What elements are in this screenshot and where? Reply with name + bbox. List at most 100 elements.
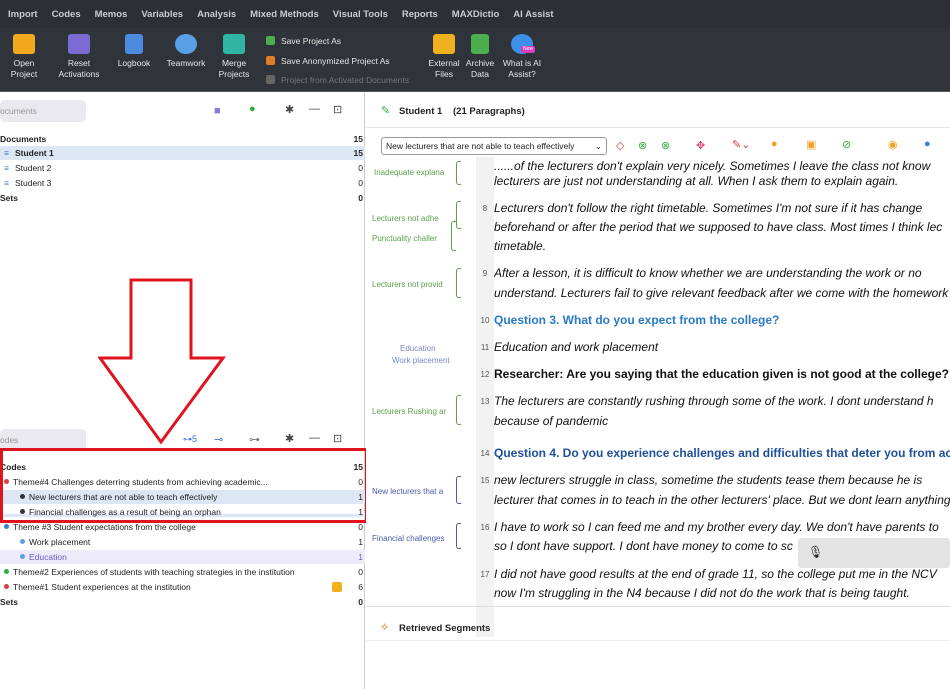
logbook-button[interactable]: Logbook (114, 34, 154, 69)
paragraph-text[interactable]: Lecturers don't follow the right timetab… (494, 199, 950, 219)
chevron-down-icon: ⌄ (594, 141, 602, 151)
link-icon[interactable]: ⊘ (842, 138, 851, 151)
menu-import[interactable]: Import (8, 9, 38, 20)
archive-data-button[interactable]: Archive Data (464, 34, 496, 80)
memo-icon[interactable] (332, 582, 342, 592)
document-browser-header: ✎ Student 1 (21 Paragraphs) (366, 93, 950, 128)
paragraph-text[interactable]: lecturers are just not understanding at … (494, 172, 950, 192)
code-select[interactable]: New lecturers that are not able to teach… (381, 137, 607, 155)
what-is-ai-assist-button[interactable]: New What is AI Assist? (500, 34, 544, 80)
link-icon[interactable]: ⊶ (249, 433, 260, 446)
code-stripe-label[interactable]: Lecturers not provid (372, 280, 443, 289)
external-files-button[interactable]: External Files (426, 34, 462, 80)
gear-icon[interactable]: ✱ (285, 103, 294, 116)
paragraph-text[interactable]: lecturer that comes in to teach in the o… (494, 491, 950, 511)
code-stripe-label[interactable]: Punctuality challer (372, 234, 437, 243)
code-item[interactable]: Theme#1 Student experiences at the insti… (0, 580, 365, 594)
menu-memos[interactable]: Memos (95, 9, 128, 20)
gear-icon[interactable]: ✱ (285, 432, 294, 445)
teamwork-label: Teamwork (166, 58, 206, 68)
dictation-toolbar[interactable]: 🎙 (798, 538, 950, 568)
document-icon[interactable]: ■ (214, 105, 221, 117)
minimize-icon[interactable]: — (309, 432, 320, 444)
code-item[interactable]: Theme#2 Experiences of students with tea… (0, 565, 365, 579)
open-project-button[interactable]: Open Project (6, 34, 42, 80)
code-stripe[interactable] (456, 268, 461, 298)
paragraph-text[interactable]: now I'm struggling in the N4 because I d… (494, 584, 950, 604)
code-sets-row[interactable]: Sets 0 (0, 595, 365, 609)
code-stripe[interactable] (451, 221, 456, 251)
code-stripe[interactable] (456, 161, 461, 185)
documents-header-row[interactable]: Documents 15 (0, 132, 365, 146)
document-item[interactable]: ≡ Student 2 0 (0, 161, 365, 175)
code-icon[interactable]: ◇ (616, 139, 624, 152)
minimize-icon[interactable]: — (309, 103, 320, 115)
merge-projects-button[interactable]: Merge Projects (216, 34, 252, 80)
code-icon[interactable]: ⊗ (638, 139, 647, 152)
code-item[interactable]: Education 1 (0, 550, 365, 564)
paragraph-text[interactable]: I have to work so I can feed me and my b… (494, 518, 950, 538)
paragraph-text[interactable]: Researcher: Are you saying that the educ… (494, 365, 950, 385)
document-item[interactable]: ≡ Student 3 0 (0, 176, 365, 190)
menu-mixed-methods[interactable]: Mixed Methods (250, 9, 319, 20)
menu-ai-assist[interactable]: AI Assist (513, 9, 553, 20)
edit-icon[interactable]: ✎ (381, 104, 390, 117)
teamwork-button[interactable]: Teamwork (162, 34, 210, 69)
paragraph-text[interactable]: I did not have good results at the end o… (494, 565, 950, 585)
maximize-icon[interactable]: ⊡ (333, 432, 342, 445)
document-sets-row[interactable]: Sets 0 (0, 191, 365, 205)
reset-activations-button[interactable]: Reset Activations (54, 34, 104, 80)
documents-search-input[interactable]: ocuments (0, 100, 86, 122)
code-stripe[interactable] (456, 201, 461, 229)
logbook-icon (125, 34, 143, 54)
emoji-icon[interactable]: ● (771, 138, 778, 150)
code-icon[interactable]: ⊗ (661, 139, 670, 152)
merge-projects-label: Merge Projects (218, 58, 250, 79)
code-item[interactable]: Work placement 1 (0, 535, 365, 549)
paragraph-text[interactable]: understand. Lecturers fail to give relev… (494, 284, 950, 304)
menu-variables[interactable]: Variables (141, 9, 183, 20)
add-icon[interactable]: ● (924, 138, 931, 150)
save-project-as-button[interactable]: Save Project As (266, 36, 341, 46)
reset-icon (68, 34, 90, 54)
paragraph-text[interactable]: The lecturers are constantly rushing thr… (494, 392, 950, 412)
retrieved-segments-header[interactable]: ⟡ Retrieved Segments (366, 606, 950, 641)
paragraph-text[interactable]: because of pandemic (494, 412, 950, 432)
memo-icon[interactable]: ▣ (806, 138, 816, 151)
menu-reports[interactable]: Reports (402, 9, 438, 20)
code-stripe-label[interactable]: Inadequate explana (374, 168, 444, 177)
paragraph-text[interactable]: After a lesson, it is difficult to know … (494, 264, 950, 284)
menu-analysis[interactable]: Analysis (197, 9, 236, 20)
code-stripe-label[interactable]: Financial challenges (372, 534, 445, 543)
paragraph-text[interactable]: Education and work placement (494, 338, 950, 358)
paragraph-text[interactable]: new lecturers struggle in class, sometim… (494, 471, 950, 491)
code-stripe[interactable] (456, 395, 461, 425)
comment-icon[interactable]: ◉ (888, 138, 898, 151)
paragraph-text[interactable]: timetable. (494, 237, 950, 257)
pen-icon[interactable]: ✎⌄ (732, 138, 750, 151)
code-color-icon (20, 539, 25, 544)
code-stripe-label[interactable]: Work placement (392, 356, 450, 365)
menu-codes[interactable]: Codes (52, 9, 81, 20)
highlight-icon[interactable]: ✥ (696, 139, 705, 152)
code-stripe-label[interactable]: Lecturers not adhe (372, 214, 439, 223)
maximize-icon[interactable]: ⊡ (333, 103, 342, 116)
code-stripe-label[interactable]: Education (400, 344, 436, 353)
menu-maxdictio[interactable]: MAXDictio (452, 9, 500, 20)
code-stripe-label[interactable]: New lecturers that a (372, 487, 443, 496)
microphone-icon[interactable]: 🎙 (808, 545, 823, 559)
project-from-activated-button[interactable]: Project from Activated Documents (266, 75, 409, 85)
paragraph-text[interactable]: Question 4. Do you experience challenges… (494, 444, 950, 464)
document-item[interactable]: ≡ Student 1 15 (0, 146, 365, 160)
paragraph-number: 11 (480, 343, 490, 352)
external-files-label: External Files (428, 58, 460, 79)
paragraph-text[interactable]: Question 3. What do you expect from the … (494, 311, 950, 331)
code-stripe[interactable] (456, 476, 461, 504)
paragraph-text[interactable]: beforehand or after the period that we s… (494, 218, 950, 238)
add-icon[interactable]: ● (249, 103, 256, 115)
save-anonymized-button[interactable]: Save Anonymized Project As (266, 56, 390, 66)
code-stripe-label[interactable]: Lecturers Rushing ar (372, 407, 446, 416)
documents-count: 15 (353, 134, 363, 144)
code-stripe[interactable] (456, 523, 461, 549)
menu-visual-tools[interactable]: Visual Tools (333, 9, 388, 20)
